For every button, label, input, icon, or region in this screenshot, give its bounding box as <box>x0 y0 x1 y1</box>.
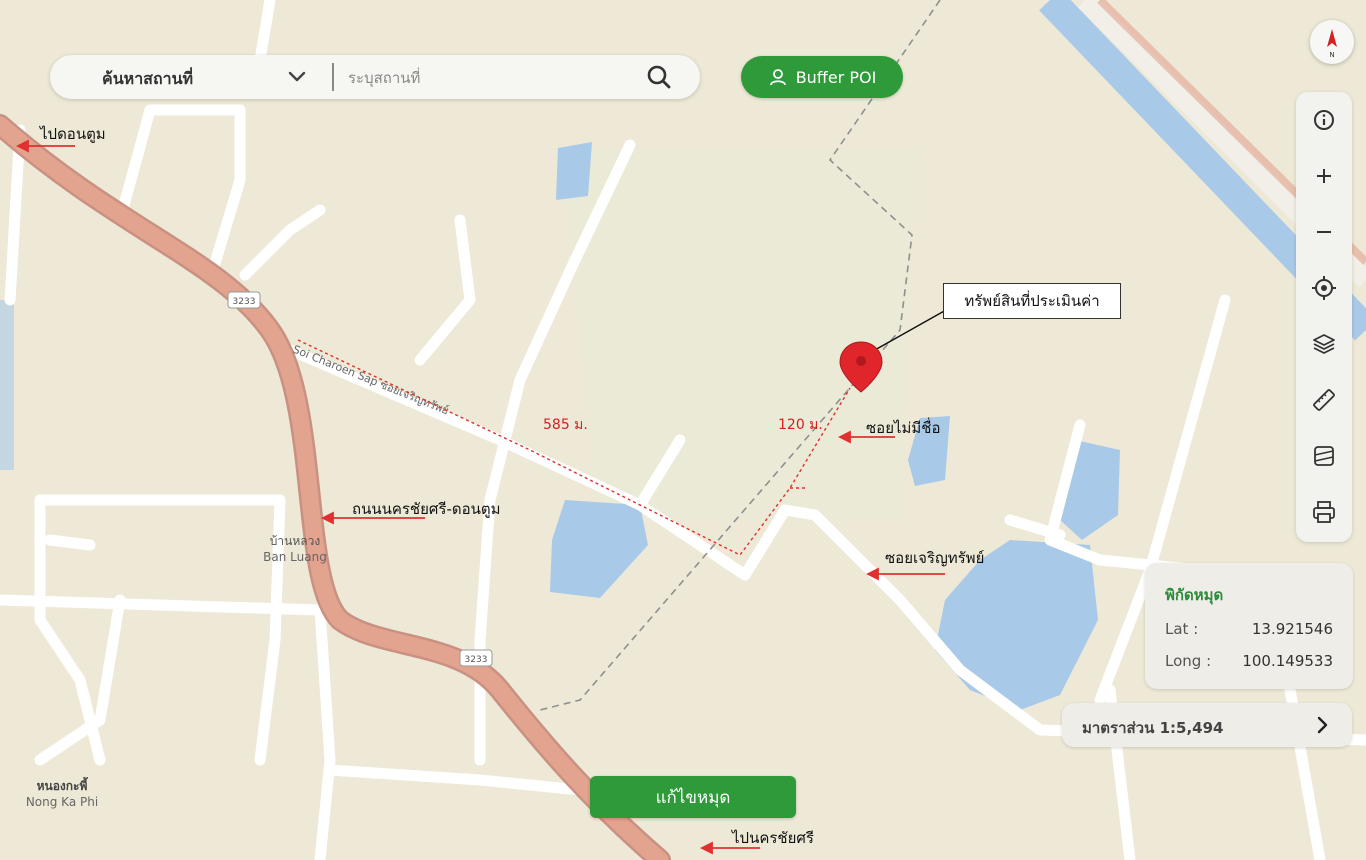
route-shield-1: 3233 <box>227 291 261 309</box>
buffer-poi-label: Buffer POI <box>795 67 877 87</box>
layers-icon <box>1313 334 1335 354</box>
locate-icon <box>1312 276 1336 300</box>
ruler-icon <box>1313 389 1335 411</box>
annotation-unnamed-soi: ซอยไม่มีชื่อ <box>866 419 941 437</box>
print-icon <box>1313 501 1335 523</box>
place-label-nong-ka-phi-en: Nong Ka Phi <box>26 795 98 809</box>
long-label: Long : <box>1165 652 1212 670</box>
long-value: 100.149533 <box>1242 652 1333 670</box>
search-divider <box>332 63 334 91</box>
place-label-nong-ka-phi-th: หนองกะพี้ <box>37 776 89 793</box>
user-pin-icon <box>769 69 786 86</box>
buffer-poi-button[interactable]: Buffer POI <box>741 56 903 98</box>
annotation-to-nakhon-chai-si: ไปนครชัยศรี <box>732 829 814 847</box>
svg-text:3233: 3233 <box>465 655 488 665</box>
distance-label-soi: 120 ม. <box>778 417 823 433</box>
zoom-out-icon <box>1317 231 1331 233</box>
zoom-out-button[interactable] <box>1308 216 1340 248</box>
place-label-ban-luang-th: บ้านหลวง <box>270 534 320 548</box>
map-toolbar <box>1296 92 1352 542</box>
search-category-label[interactable]: ค้นหาสถานที่ <box>102 67 193 92</box>
svg-text:3233: 3233 <box>233 297 256 307</box>
pond-2 <box>550 500 648 598</box>
scale-label: มาตราส่วน 1:5,494 <box>1082 719 1224 737</box>
route-shield-2: 3233 <box>459 649 493 667</box>
lat-value: 13.921546 <box>1251 620 1333 638</box>
info-button[interactable] <box>1308 104 1340 136</box>
annotation-main-road: ถนนนครชัยศรี-ดอนตูม <box>352 500 501 518</box>
compass-icon: N <box>1327 29 1337 59</box>
layers-button[interactable] <box>1308 328 1340 360</box>
pond-1 <box>556 142 592 200</box>
coordinates-title: พิกัดหมุด <box>1165 586 1224 604</box>
compass-button[interactable]: N <box>1310 20 1354 64</box>
property-callout: ทรัพย์สินที่ประเมินค่า <box>943 283 1121 319</box>
ruler-button[interactable] <box>1308 384 1340 416</box>
scale-control[interactable]: มาตราส่วน 1:5,494 <box>1062 703 1352 747</box>
annotation-to-don-tum: ไปดอนตูม <box>40 125 106 143</box>
map-style-icon <box>1314 446 1334 466</box>
canal-left <box>0 300 14 470</box>
compass-north-label: N <box>1329 51 1334 59</box>
distance-label-main: 585 ม. <box>543 417 588 433</box>
search-input[interactable] <box>346 64 630 92</box>
map-style-button[interactable] <box>1308 440 1340 472</box>
annotation-soi-charoen-sap: ซอยเจริญทรัพย์ <box>885 549 985 567</box>
locate-button[interactable] <box>1308 272 1340 304</box>
coordinates-panel: พิกัดหมุด Lat : 13.921546 Long : 100.149… <box>1145 563 1353 689</box>
zoom-in-icon <box>1317 169 1331 183</box>
info-icon <box>1314 110 1334 130</box>
land-parcel-area <box>560 150 915 520</box>
place-label-ban-luang-en: Ban Luang <box>263 550 327 564</box>
search-icon[interactable] <box>646 64 672 90</box>
lat-label: Lat : <box>1165 620 1199 638</box>
chevron-right-icon[interactable] <box>1312 715 1332 735</box>
edit-pin-button[interactable]: แก้ไขหมุด <box>590 776 796 818</box>
search-bar: ค้นหาสถานที่ <box>50 55 700 99</box>
print-button[interactable] <box>1308 496 1340 528</box>
zoom-in-button[interactable] <box>1308 160 1340 192</box>
chevron-down-icon[interactable] <box>286 65 308 87</box>
